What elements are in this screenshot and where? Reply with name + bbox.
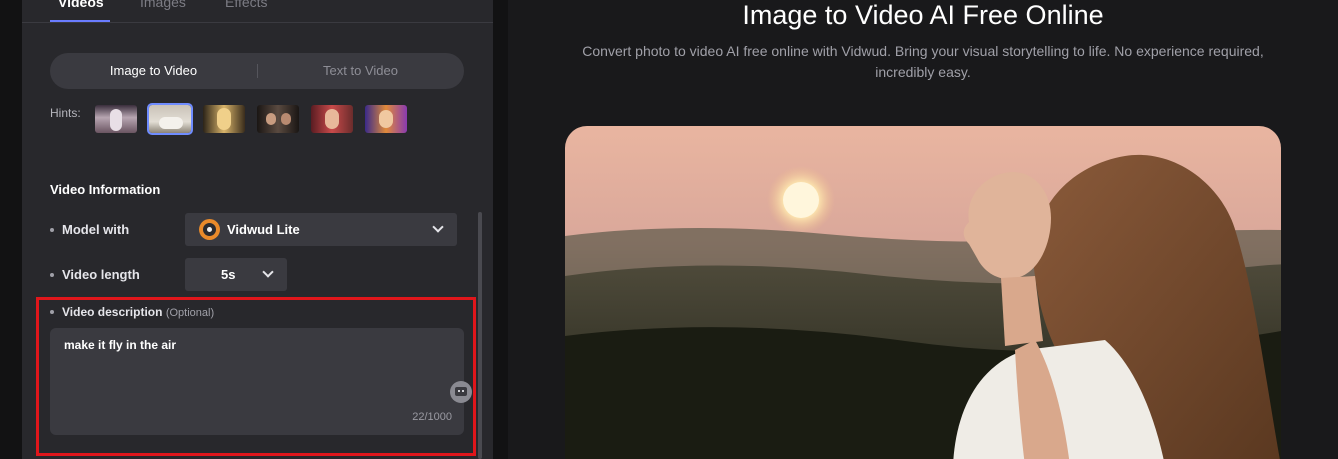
tab-effects[interactable]: Effects bbox=[225, 0, 268, 10]
description-value: make it fly in the air bbox=[64, 338, 177, 352]
panel-scrollbar[interactable] bbox=[478, 212, 482, 459]
tab-videos[interactable]: Videos bbox=[58, 0, 104, 10]
vidwud-logo-icon bbox=[199, 219, 220, 240]
panel-divider bbox=[493, 0, 508, 459]
optional-tag: (Optional) bbox=[165, 307, 215, 319]
hint-thumbnail-3[interactable] bbox=[203, 105, 245, 133]
logo-dot bbox=[207, 227, 212, 232]
robot-eye bbox=[458, 390, 460, 392]
hint-thumbnail-6[interactable] bbox=[365, 105, 407, 133]
bullet-icon bbox=[50, 227, 54, 232]
model-label-text: Model with bbox=[62, 222, 130, 237]
length-label: Video length bbox=[50, 267, 140, 282]
tab-images[interactable]: Images bbox=[140, 0, 186, 10]
length-value: 5s bbox=[221, 267, 236, 282]
model-value: Vidwud Lite bbox=[227, 222, 300, 237]
hint-thumbnail-1[interactable] bbox=[95, 105, 137, 133]
text-to-video-button[interactable]: Text to Video bbox=[257, 53, 464, 89]
description-label: Video description (Optional) bbox=[50, 305, 214, 319]
hero-image bbox=[565, 126, 1281, 459]
mode-toggle: Image to Video Text to Video bbox=[50, 53, 464, 89]
character-count: 22/1000 bbox=[412, 411, 452, 423]
hint-thumbnail-2[interactable] bbox=[147, 103, 193, 135]
page-subtitle: Convert photo to video AI free online wi… bbox=[582, 43, 1264, 80]
video-length-select[interactable]: 5s bbox=[185, 258, 287, 291]
logo-inner bbox=[203, 223, 216, 236]
hero-illustration bbox=[565, 126, 1281, 459]
description-label-text: Video description bbox=[62, 305, 163, 319]
model-select[interactable]: Vidwud Lite bbox=[185, 213, 457, 246]
bullet-icon bbox=[50, 272, 54, 277]
hint-thumbnail-4[interactable] bbox=[257, 105, 299, 133]
image-to-video-button[interactable]: Image to Video bbox=[50, 53, 257, 89]
bullet-icon bbox=[50, 309, 54, 314]
hints-label: Hints: bbox=[50, 106, 81, 120]
video-description-textarea[interactable]: make it fly in the air 22/1000 bbox=[50, 328, 472, 435]
robot-head bbox=[455, 387, 467, 396]
robot-eye bbox=[462, 390, 464, 392]
video-information-title: Video Information bbox=[50, 182, 161, 197]
page-title: Image to Video AI Free Online bbox=[742, 0, 1104, 30]
left-edge-strip bbox=[0, 0, 22, 459]
ai-assist-robot-icon[interactable] bbox=[450, 381, 472, 403]
hint-thumbnail-5[interactable] bbox=[311, 105, 353, 133]
model-label: Model with bbox=[50, 222, 129, 237]
app-page: Videos Images Effects Image to Video Tex… bbox=[0, 0, 1338, 459]
length-label-text: Video length bbox=[62, 267, 140, 282]
generator-panel: Videos Images Effects Image to Video Tex… bbox=[22, 0, 493, 459]
active-tab-indicator bbox=[50, 20, 110, 22]
top-tabs: Videos Images Effects bbox=[22, 0, 493, 23]
chevron-down-icon bbox=[432, 221, 444, 233]
chevron-down-icon bbox=[262, 266, 274, 278]
